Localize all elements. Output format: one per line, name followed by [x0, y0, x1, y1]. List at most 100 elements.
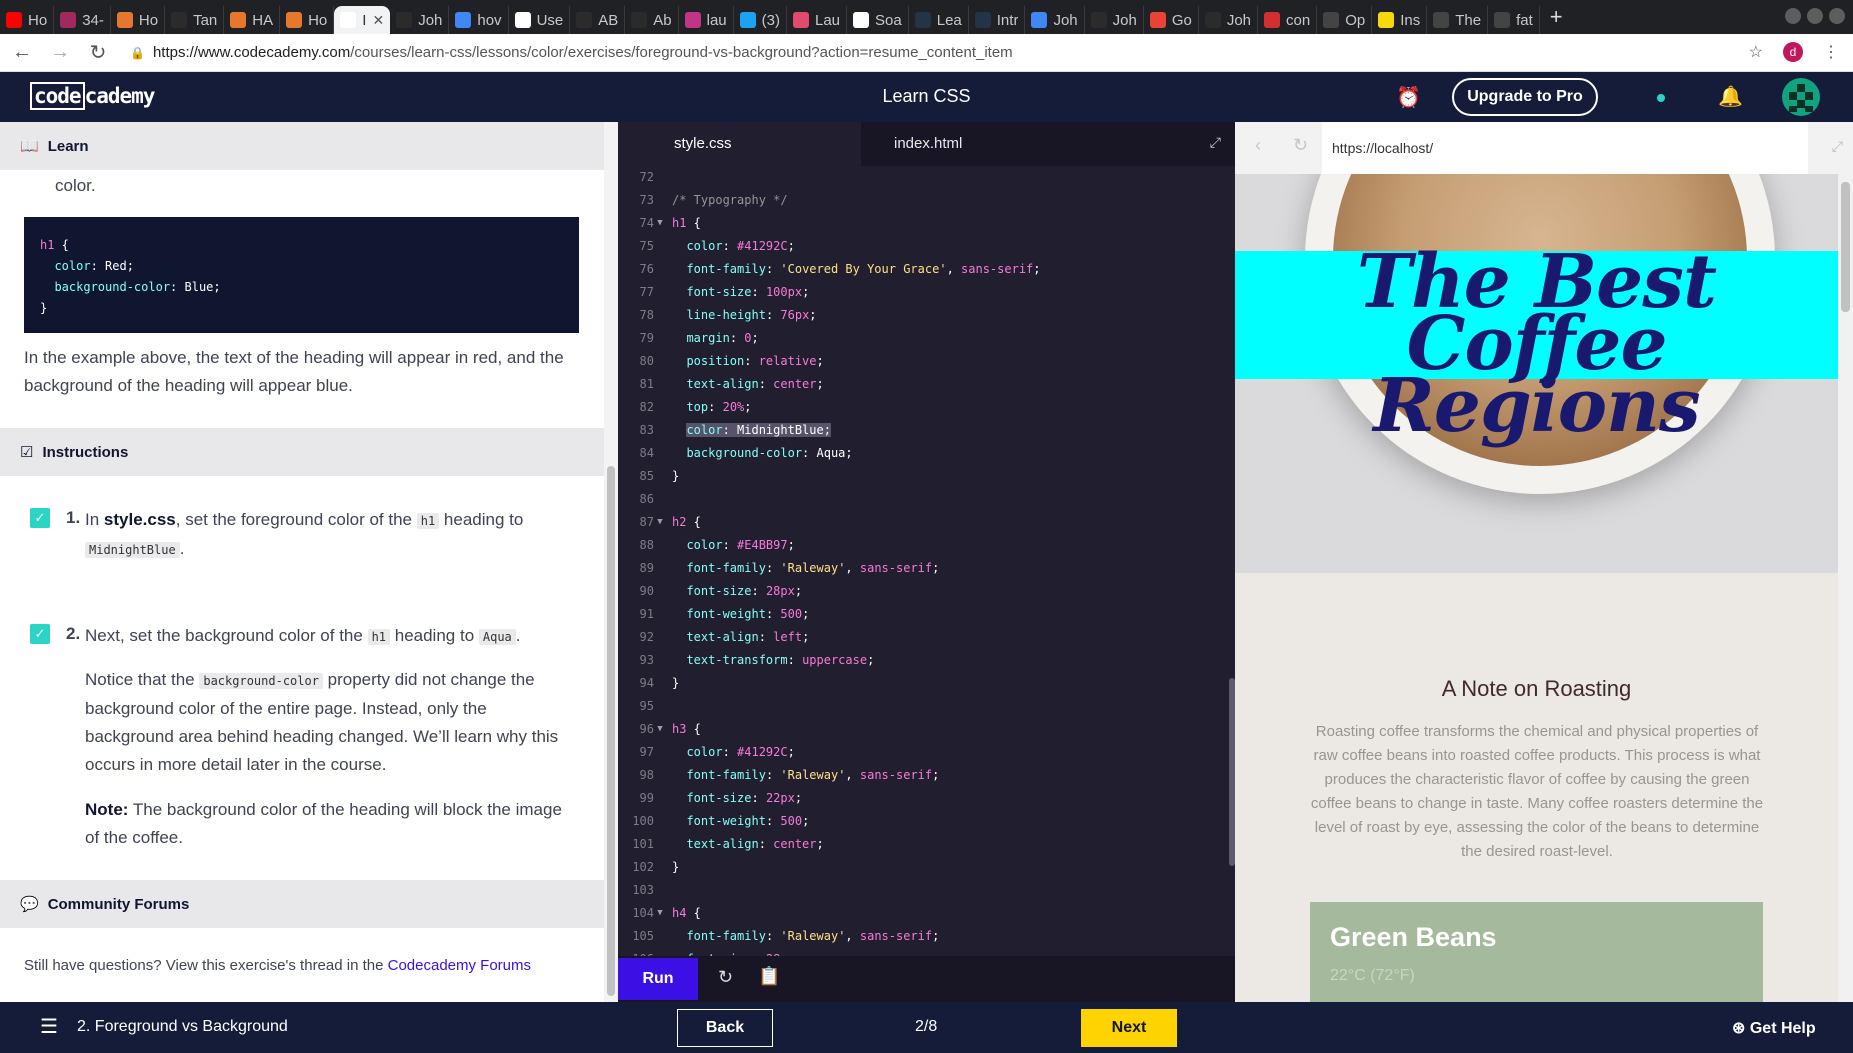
fold-arrow-icon[interactable]: ▼: [654, 212, 666, 235]
browser-tab[interactable]: Op: [1317, 6, 1373, 34]
get-help-label: Get Help: [1749, 1020, 1816, 1037]
preview-scrollbar-thumb[interactable]: [1841, 182, 1850, 312]
preview-expand-icon[interactable]: ⤢: [1832, 138, 1843, 155]
alarm-clock-icon[interactable]: ⏰: [1396, 85, 1421, 110]
browser-tab[interactable]: AB: [570, 6, 626, 34]
browser-tab[interactable]: Joh: [1025, 6, 1085, 34]
browser-tab[interactable]: HA: [224, 6, 281, 34]
bookmark-star-icon[interactable]: ☆: [1749, 42, 1763, 62]
back-button[interactable]: Back: [677, 1009, 773, 1047]
fold-arrow-icon[interactable]: ▼: [654, 718, 666, 741]
instructions-section-header[interactable]: ☑ Instructions: [0, 428, 604, 476]
fold-arrow-icon[interactable]: ▼: [654, 902, 666, 925]
tab-style-css[interactable]: style.css: [618, 122, 861, 166]
browser-tab[interactable]: Lea: [909, 6, 969, 34]
browser-tab[interactable]: hov: [449, 6, 509, 34]
get-help-button[interactable]: ⊛ Get Help: [1732, 1018, 1816, 1038]
code-area[interactable]: 72 73/* Typography */74 ▼ h1 {75 color: #41…: [618, 166, 1235, 956]
code-token: :: [787, 653, 803, 667]
line-number: 96: [639, 722, 654, 736]
browser-tab[interactable]: Soa: [847, 6, 909, 34]
code-token: #E4BB97: [737, 538, 788, 552]
code-line: 86: [618, 488, 1235, 511]
code-source: h1 {: [666, 212, 701, 235]
browser-tab[interactable]: Go: [1144, 6, 1199, 34]
run-button[interactable]: Run: [618, 958, 698, 1000]
browser-tab[interactable]: Intr: [969, 6, 1026, 34]
step-1-code-value: MidnightBlue: [85, 542, 180, 558]
browser-tab[interactable]: 34-: [54, 6, 111, 34]
notification-bell-icon[interactable]: 🔔: [1718, 84, 1743, 109]
preview-scrollbar[interactable]: [1838, 174, 1853, 1002]
learn-section-header[interactable]: 📖 Learn: [0, 122, 604, 170]
profile-avatar[interactable]: d: [1783, 42, 1803, 62]
preview-back-icon[interactable]: ‹: [1255, 135, 1261, 156]
forums-link[interactable]: Codecademy Forums: [388, 957, 531, 974]
browser-reload-icon[interactable]: ↻: [82, 40, 114, 65]
next-button[interactable]: Next: [1081, 1009, 1177, 1047]
fold-gutter: [654, 557, 666, 580]
url-field[interactable]: 🔒 https://www.codecademy.com/courses/lea…: [130, 44, 1013, 61]
browser-tab[interactable]: lau: [679, 6, 734, 34]
code-token: ,: [845, 768, 860, 782]
preview-url-field[interactable]: https://localhost/: [1322, 122, 1808, 174]
browser-back-icon[interactable]: ←: [6, 41, 38, 64]
tab-favicon-icon: [1264, 12, 1281, 28]
preview-reload-icon[interactable]: ↻: [1293, 135, 1308, 156]
hamburger-menu-icon[interactable]: ☰: [40, 1014, 58, 1039]
browser-tab[interactable]: (3): [734, 6, 787, 34]
upgrade-to-pro-button[interactable]: Upgrade to Pro: [1452, 78, 1598, 116]
line-number: 101: [632, 837, 654, 851]
browser-tab[interactable]: Ins: [1372, 6, 1428, 34]
user-avatar[interactable]: [1782, 78, 1820, 116]
browser-tab[interactable]: Ho: [0, 6, 55, 34]
minimize-button[interactable]: [1785, 8, 1801, 24]
browser-tab[interactable]: Lau: [787, 6, 848, 34]
lesson-name[interactable]: 2. Foreground vs Background: [77, 1018, 288, 1036]
browser-tab[interactable]: Ho: [111, 6, 166, 34]
browser-tab[interactable]: Ho: [280, 6, 335, 34]
community-section-header[interactable]: 💬 Community Forums: [0, 880, 604, 928]
close-window-button[interactable]: [1829, 8, 1845, 24]
tab-index-html[interactable]: index.html: [861, 122, 1061, 166]
browser-menu-icon[interactable]: ⋮: [1823, 42, 1839, 62]
code-token: 'Covered By Your Grace': [780, 262, 947, 276]
browser-tab[interactable]: Joh: [1199, 6, 1259, 34]
browser-tab[interactable]: Use: [509, 6, 571, 34]
code-token: h1: [672, 216, 687, 230]
code-token: h3: [672, 722, 687, 736]
browser-tab[interactable]: Tan: [165, 6, 225, 34]
code-source: margin: 0;: [666, 327, 759, 350]
code-line: 79 margin: 0;: [618, 327, 1235, 350]
tab-favicon-icon: [455, 12, 472, 28]
browser-tab[interactable]: I ✕: [334, 6, 391, 34]
code-token: font-family: [686, 561, 766, 575]
line-number: 80: [639, 354, 654, 368]
new-tab-button[interactable]: +: [1550, 4, 1563, 30]
reset-code-icon[interactable]: ↻: [718, 967, 733, 988]
browser-tab[interactable]: Joh: [390, 6, 450, 34]
code-source: [666, 488, 672, 511]
lesson-scrollbar-thumb[interactable]: [607, 466, 615, 996]
browser-tab[interactable]: fat: [1488, 6, 1540, 34]
code-token: ;: [751, 331, 759, 345]
browser-tab[interactable]: con: [1258, 6, 1318, 34]
lesson-scrollbar[interactable]: [604, 122, 618, 1002]
browser-tab[interactable]: Ab: [625, 6, 679, 34]
tab-close-icon[interactable]: ✕: [372, 12, 384, 29]
maximize-button[interactable]: [1807, 8, 1823, 24]
line-number: 92: [639, 630, 654, 644]
editor-tabs: style.css index.html ⤢: [618, 122, 1235, 166]
line-number: 89: [639, 561, 654, 575]
url-path: /courses/learn-css/lessons/color/exercis…: [350, 44, 1013, 61]
fold-arrow-icon[interactable]: ▼: [654, 511, 666, 534]
browser-forward-icon[interactable]: →: [44, 41, 76, 64]
editor-expand-icon[interactable]: ⤢: [1210, 134, 1221, 151]
browser-tab[interactable]: Joh: [1085, 6, 1144, 34]
fold-gutter: [654, 764, 666, 787]
copy-code-icon[interactable]: 📋: [758, 966, 780, 987]
browser-tab[interactable]: The: [1427, 6, 1489, 34]
